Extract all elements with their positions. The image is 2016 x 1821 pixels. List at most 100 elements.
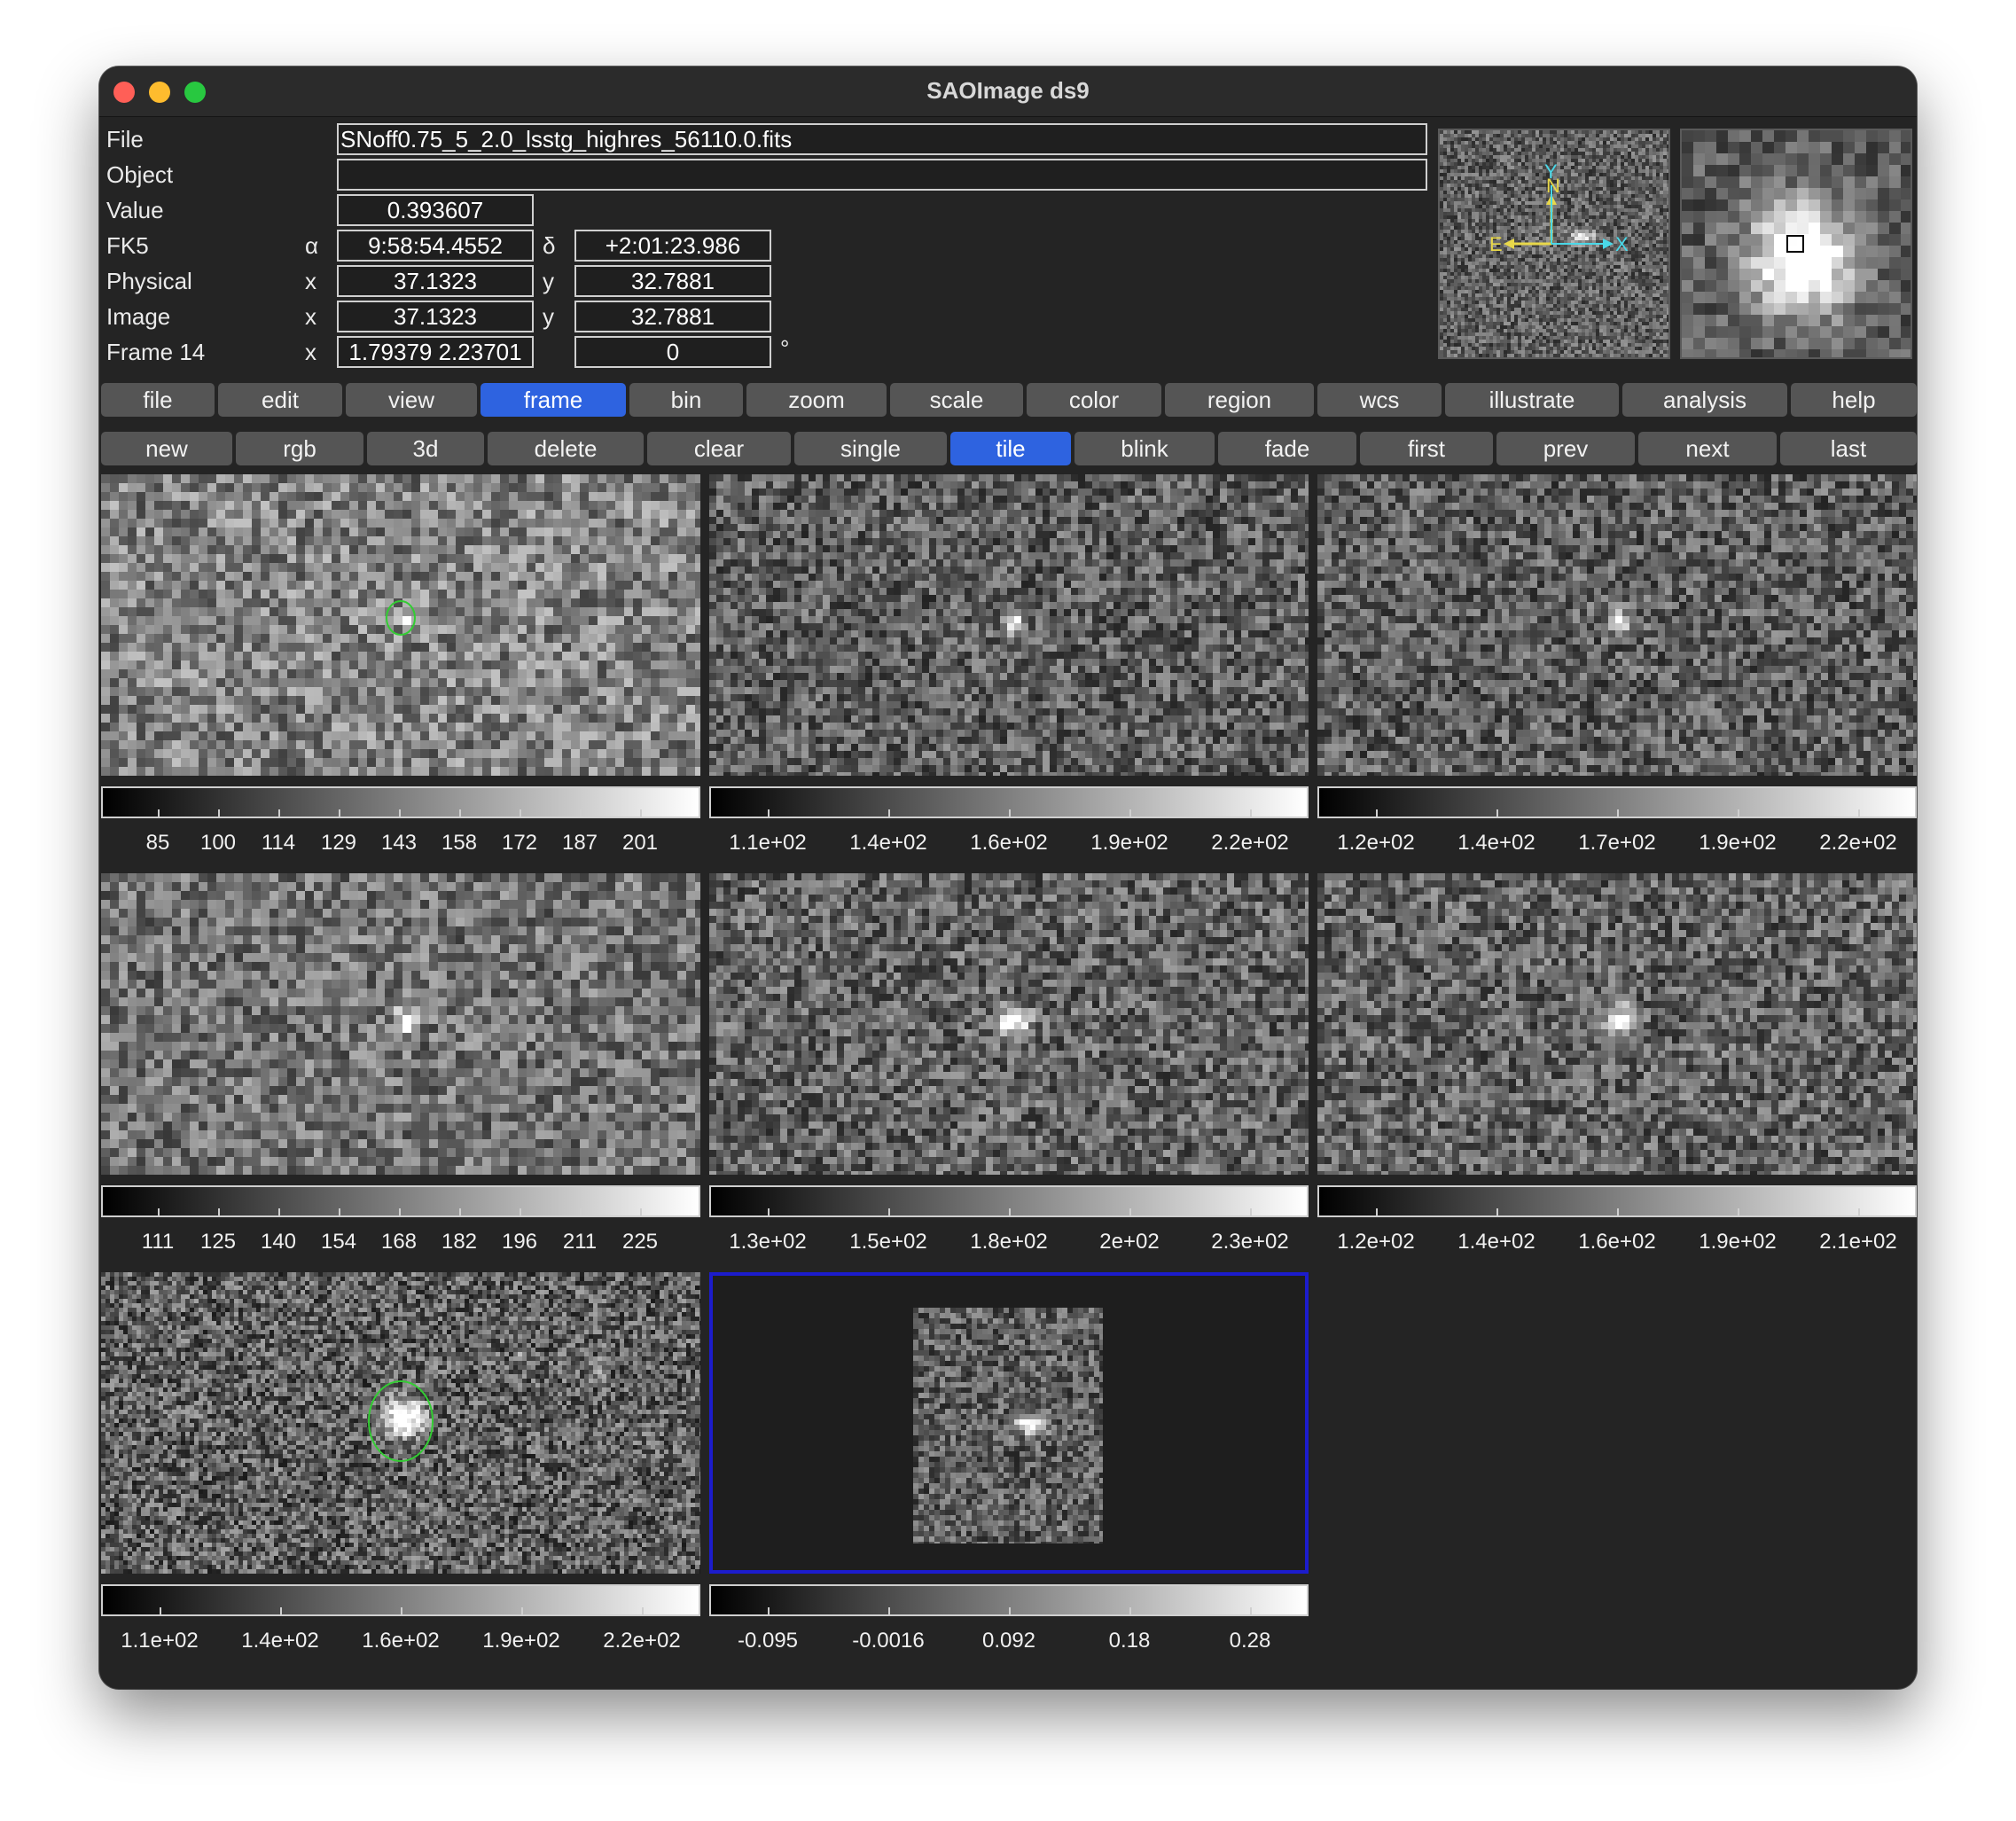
menu-view[interactable]: view bbox=[346, 383, 477, 417]
colorbar-tick bbox=[280, 1607, 282, 1616]
window-title: SAOImage ds9 bbox=[99, 77, 1917, 105]
menu-analysis[interactable]: analysis bbox=[1622, 383, 1787, 417]
colorbar-tick-label: 2.3e+02 bbox=[1211, 1230, 1288, 1254]
colorbar-tick-label: 129 bbox=[321, 831, 356, 856]
menu-region[interactable]: region bbox=[1165, 383, 1314, 417]
button-new[interactable]: new bbox=[101, 432, 232, 465]
object-field[interactable] bbox=[337, 159, 1427, 191]
current-frame-highlight bbox=[709, 1272, 1309, 1574]
file-field[interactable]: SNoff0.75_5_2.0_lsstg_highres_56110.0.fi… bbox=[337, 123, 1427, 155]
physical-y-symbol: y bbox=[543, 265, 554, 297]
menu-frame[interactable]: frame bbox=[481, 383, 626, 417]
physical-y-field[interactable]: 32.7881 bbox=[574, 265, 771, 297]
button-delete[interactable]: delete bbox=[488, 432, 644, 465]
colorbar-tick-label: 114 bbox=[262, 831, 295, 856]
button-blink[interactable]: blink bbox=[1074, 432, 1215, 465]
colorbar-tick-label: 1.4e+02 bbox=[849, 831, 926, 856]
button-first[interactable]: first bbox=[1360, 432, 1493, 465]
menu-help[interactable]: help bbox=[1791, 383, 1917, 417]
colorbar-tick-label: 1.5e+02 bbox=[849, 1230, 926, 1254]
colorbar-tick bbox=[339, 809, 340, 818]
colorbar-ticks-8: -0.095 -0.0016 0.092 0.18 0.28 bbox=[709, 1607, 1309, 1661]
colorbar-tick bbox=[218, 809, 220, 818]
colorbar-tick-label: 1.1e+02 bbox=[121, 1629, 198, 1653]
colorbar-tick bbox=[459, 1208, 461, 1217]
colorbar-tick-label: 100 bbox=[200, 831, 236, 856]
menu-illustrate[interactable]: illustrate bbox=[1445, 383, 1619, 417]
fk5-alpha-field[interactable]: 9:58:54.4552 bbox=[337, 230, 534, 262]
button-3d[interactable]: 3d bbox=[367, 432, 484, 465]
frame-angle-field[interactable]: 0 bbox=[574, 336, 771, 368]
colorbar-tick bbox=[1129, 809, 1131, 818]
frame-x-symbol: x bbox=[305, 336, 316, 368]
button-tile[interactable]: tile bbox=[950, 432, 1071, 465]
colorbar-tick-label: 1.9e+02 bbox=[482, 1629, 559, 1653]
image-frame-1[interactable] bbox=[101, 474, 700, 776]
colorbar-tick bbox=[158, 1208, 160, 1217]
menu-zoom[interactable]: zoom bbox=[746, 383, 887, 417]
menu-scale[interactable]: scale bbox=[890, 383, 1023, 417]
colorbar-tick-label: 143 bbox=[381, 831, 417, 856]
button-clear[interactable]: clear bbox=[647, 432, 791, 465]
colorbar-tick bbox=[640, 1208, 642, 1217]
image-frame-6[interactable] bbox=[1317, 873, 1917, 1175]
physical-x-field[interactable]: 37.1323 bbox=[337, 265, 534, 297]
delta-symbol: δ bbox=[543, 230, 555, 262]
button-single[interactable]: single bbox=[794, 432, 947, 465]
colorbar-tick bbox=[278, 1208, 280, 1217]
colorbar-tick bbox=[160, 1607, 161, 1616]
colorbar-tick-label: 1.9e+02 bbox=[1090, 831, 1168, 856]
image-frame-7[interactable] bbox=[101, 1272, 700, 1574]
value-field[interactable]: 0.393607 bbox=[337, 194, 534, 226]
colorbar-tick bbox=[768, 1607, 770, 1616]
menu-file[interactable]: file bbox=[101, 383, 215, 417]
colorbar-tick bbox=[1009, 1607, 1011, 1616]
button-rgb[interactable]: rgb bbox=[236, 432, 363, 465]
image-y-field[interactable]: 32.7881 bbox=[574, 301, 771, 332]
colorbar-tick-label: 2.1e+02 bbox=[1819, 1230, 1896, 1254]
colorbar-tick bbox=[1858, 809, 1860, 818]
menu-wcs[interactable]: wcs bbox=[1317, 383, 1442, 417]
menu-color[interactable]: color bbox=[1027, 383, 1161, 417]
colorbar-tick-label: 168 bbox=[381, 1230, 417, 1254]
frame-zoom-field[interactable]: 1.79379 2.23701 bbox=[337, 336, 534, 368]
colorbar-tick-label: 225 bbox=[622, 1230, 658, 1254]
panner-y-label: Y bbox=[1544, 160, 1558, 183]
colorbar-tick bbox=[1009, 809, 1011, 818]
image-frame-3[interactable] bbox=[1317, 474, 1917, 776]
image-frame-4[interactable] bbox=[101, 873, 700, 1175]
colorbar-tick bbox=[399, 809, 401, 818]
colorbar-tick-label: 154 bbox=[321, 1230, 356, 1254]
colorbar-tick-label: 2.2e+02 bbox=[1819, 831, 1896, 856]
colorbar-tick-label: 140 bbox=[261, 1230, 296, 1254]
degree-symbol: ° bbox=[780, 332, 789, 364]
image-frame-2[interactable] bbox=[709, 474, 1309, 776]
colorbar-tick bbox=[1250, 809, 1252, 818]
button-fade[interactable]: fade bbox=[1218, 432, 1356, 465]
colorbar-tick-label: 201 bbox=[622, 831, 658, 856]
colorbar-tick bbox=[1250, 1607, 1252, 1616]
image-label: Image bbox=[106, 301, 170, 332]
colorbar-tick bbox=[1496, 1208, 1498, 1217]
panner[interactable]: N E Y X bbox=[1438, 129, 1670, 359]
colorbar-tick-label: 0.092 bbox=[982, 1629, 1035, 1653]
button-last[interactable]: last bbox=[1780, 432, 1917, 465]
magnifier-cursor-box bbox=[1786, 235, 1804, 253]
button-next[interactable]: next bbox=[1638, 432, 1777, 465]
fk5-delta-field[interactable]: +2:01:23.986 bbox=[574, 230, 771, 262]
colorbar-tick-label: 187 bbox=[562, 831, 598, 856]
physical-label: Physical bbox=[106, 265, 192, 297]
colorbar-tick bbox=[278, 809, 280, 818]
menu-bin[interactable]: bin bbox=[629, 383, 743, 417]
image-x-field[interactable]: 37.1323 bbox=[337, 301, 534, 332]
image-frame-5[interactable] bbox=[709, 873, 1309, 1175]
menu-edit[interactable]: edit bbox=[218, 383, 342, 417]
colorbar-tick bbox=[888, 1208, 890, 1217]
colorbar-ticks-2: 1.1e+02 1.4e+02 1.6e+02 1.9e+02 2.2e+02 bbox=[709, 809, 1309, 863]
colorbar-tick bbox=[1376, 1208, 1378, 1217]
panner-x-label: X bbox=[1615, 233, 1629, 255]
colorbar-tick-label: 1.2e+02 bbox=[1337, 831, 1414, 856]
colorbar-tick bbox=[642, 1607, 644, 1616]
colorbar-tick-label: 1.4e+02 bbox=[1457, 1230, 1535, 1254]
button-prev[interactable]: prev bbox=[1496, 432, 1635, 465]
